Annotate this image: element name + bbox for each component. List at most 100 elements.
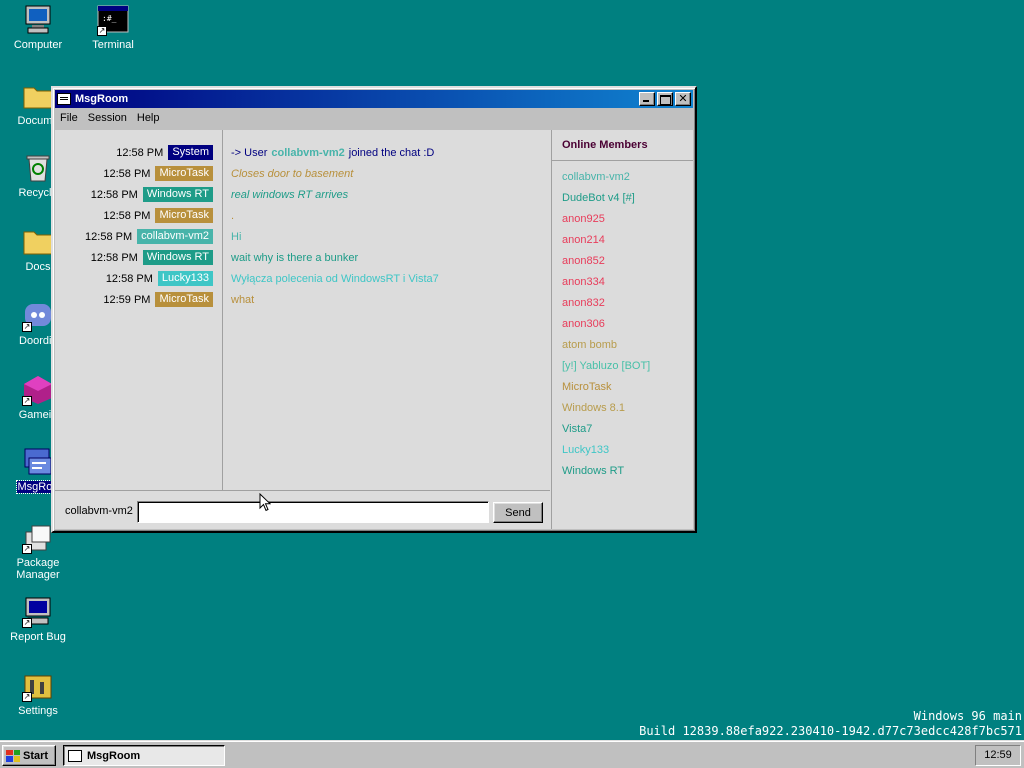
- message-user-badge[interactable]: Windows RT: [142, 250, 213, 265]
- msgroom-icon: [22, 446, 54, 478]
- minimize-button[interactable]: [639, 92, 655, 106]
- message-meta-row: 12:58 PM collabvm-vm2: [55, 226, 213, 247]
- svg-text::#_: :#_: [102, 14, 117, 23]
- desktop-icon-terminal[interactable]: :#_ ↗ Terminal: [75, 4, 151, 51]
- maximize-button[interactable]: [657, 92, 673, 106]
- message-time: 12:58 PM: [105, 272, 153, 285]
- desktop-icon-label: Package Manager: [16, 557, 60, 581]
- desktop-icon-label: Settings: [18, 705, 58, 717]
- desktop-icon-label: Docs: [25, 261, 51, 273]
- message-text: wait why is there a bunker: [231, 251, 359, 264]
- recycle-bin-icon: [22, 152, 54, 184]
- message-user-badge[interactable]: MicroTask: [155, 166, 213, 181]
- settings-icon: ↗: [22, 670, 54, 702]
- message-text-suffix: joined the chat :D: [348, 146, 435, 159]
- message-pane[interactable]: 12:58 PM System 12:58 PM MicroTask 12:58 PM W…: [55, 130, 550, 490]
- menu-file[interactable]: File: [55, 112, 83, 124]
- message-user-badge[interactable]: Lucky133: [157, 271, 213, 286]
- computer-icon: [22, 4, 54, 36]
- chat-icon: [68, 749, 82, 762]
- documents-folder-icon: [22, 80, 54, 112]
- member-item[interactable]: Lucky133: [562, 440, 693, 461]
- message-user-badge[interactable]: Windows RT: [142, 187, 213, 202]
- member-item[interactable]: Vista7: [562, 419, 693, 440]
- message-text: Hi: [231, 230, 242, 243]
- message-meta-row: 12:58 PM MicroTask: [55, 205, 213, 226]
- message-text: .: [231, 209, 235, 222]
- message-time: 12:58 PM: [90, 188, 138, 201]
- start-button[interactable]: Start: [2, 745, 56, 766]
- message-text: what: [231, 293, 255, 306]
- desktop-icon-label: Terminal: [92, 39, 134, 51]
- build-watermark: Windows 96 main Build 12839.88efa922.230…: [639, 709, 1022, 739]
- start-label: Start: [23, 749, 49, 762]
- message-meta-row: 12:59 PM MicroTask: [55, 289, 213, 310]
- menu-session[interactable]: Session: [83, 112, 132, 124]
- member-item[interactable]: atom bomb: [562, 335, 693, 356]
- title-bar[interactable]: MsgRoom ✕: [55, 90, 693, 108]
- windows-logo-icon: [6, 749, 20, 762]
- chat-client: 12:58 PM System 12:58 PM MicroTask 12:58 PM W…: [55, 130, 693, 529]
- desktop-icon-computer[interactable]: Computer: [0, 4, 76, 51]
- message-input[interactable]: [137, 501, 489, 523]
- member-item[interactable]: MicroTask: [562, 377, 693, 398]
- message-time: 12:58 PM: [103, 167, 151, 180]
- watermark-line1: Windows 96 main: [913, 709, 1022, 723]
- message-text-prefix: -> User: [231, 146, 268, 159]
- member-item[interactable]: anon832: [562, 293, 693, 314]
- member-item[interactable]: anon214: [562, 230, 693, 251]
- message-user-badge[interactable]: MicroTask: [155, 292, 213, 307]
- message-user-badge[interactable]: MicroTask: [155, 208, 213, 223]
- member-item[interactable]: [y!] Yabluzo [BOT]: [562, 356, 693, 377]
- message-text: -> User collabvm-vm2 joined the chat :D: [231, 142, 549, 163]
- member-item[interactable]: collabvm-vm2: [562, 167, 693, 188]
- close-button[interactable]: ✕: [675, 92, 691, 106]
- member-item[interactable]: Windows RT: [562, 461, 693, 482]
- report-bug-icon: ↗: [22, 596, 54, 628]
- composer-username: collabvm-vm2: [65, 505, 133, 517]
- taskbar-item-label: MsgRoom: [87, 749, 141, 762]
- member-item[interactable]: anon334: [562, 272, 693, 293]
- package-manager-icon: ↗: [22, 522, 54, 554]
- desktop-icon-settings[interactable]: ↗ Settings: [0, 670, 76, 717]
- member-item[interactable]: anon306: [562, 314, 693, 335]
- system-clock[interactable]: 12:59: [975, 745, 1021, 766]
- gamein-icon: ↗: [22, 374, 54, 406]
- send-button[interactable]: Send: [493, 502, 543, 523]
- desktop-icon-label: Computer: [13, 39, 63, 51]
- watermark-line2: Build 12839.88efa922.230410-1942.d77c73e…: [639, 724, 1022, 738]
- message-meta-row: 12:58 PM MicroTask: [55, 163, 213, 184]
- member-list: collabvm-vm2 DudeBot v4 [#] anon925 anon214…: [552, 161, 693, 482]
- message-time: 12:59 PM: [103, 293, 151, 306]
- message-text-username: collabvm-vm2: [271, 146, 345, 159]
- composer-bar: collabvm-vm2 Send: [55, 490, 550, 529]
- message-text-column: -> User collabvm-vm2 joined the chat :D Clo…: [231, 142, 549, 310]
- docs-folder-icon: [22, 226, 54, 258]
- member-item[interactable]: anon852: [562, 251, 693, 272]
- member-item[interactable]: anon925: [562, 209, 693, 230]
- terminal-icon: :#_ ↗: [97, 4, 129, 36]
- mouse-cursor: [259, 493, 271, 512]
- message-meta-row: 12:58 PM Windows RT: [55, 184, 213, 205]
- desktop-icon-label: Report Bug: [10, 631, 66, 643]
- message-user-badge[interactable]: System: [168, 145, 213, 160]
- window-title: MsgRoom: [75, 93, 129, 105]
- taskbar: Start MsgRoom 12:59: [0, 740, 1024, 768]
- member-item[interactable]: Windows 8.1: [562, 398, 693, 419]
- menu-bar: File Session Help: [55, 108, 693, 128]
- column-divider: [222, 130, 223, 490]
- online-members-panel: Online Members collabvm-vm2 DudeBot v4 [#…: [551, 130, 693, 529]
- message-time: 12:58 PM: [103, 209, 151, 222]
- member-item[interactable]: DudeBot v4 [#]: [562, 188, 693, 209]
- message-meta-row: 12:58 PM Lucky133: [55, 268, 213, 289]
- message-meta-row: 12:58 PM Windows RT: [55, 247, 213, 268]
- message-user-badge[interactable]: collabvm-vm2: [137, 229, 213, 244]
- online-members-heading: Online Members: [552, 130, 693, 161]
- msgroom-window[interactable]: MsgRoom ✕ File Session Help 12:58 PM Syst…: [51, 86, 697, 533]
- taskbar-item-msgroom[interactable]: MsgRoom: [63, 745, 225, 766]
- message-time: 12:58 PM: [90, 251, 138, 264]
- desktop-icon-report-bug[interactable]: ↗ Report Bug: [0, 596, 76, 643]
- message-meta-column: 12:58 PM System 12:58 PM MicroTask 12:58 PM W…: [55, 142, 213, 310]
- message-time: 12:58 PM: [85, 230, 133, 243]
- menu-help[interactable]: Help: [132, 112, 165, 124]
